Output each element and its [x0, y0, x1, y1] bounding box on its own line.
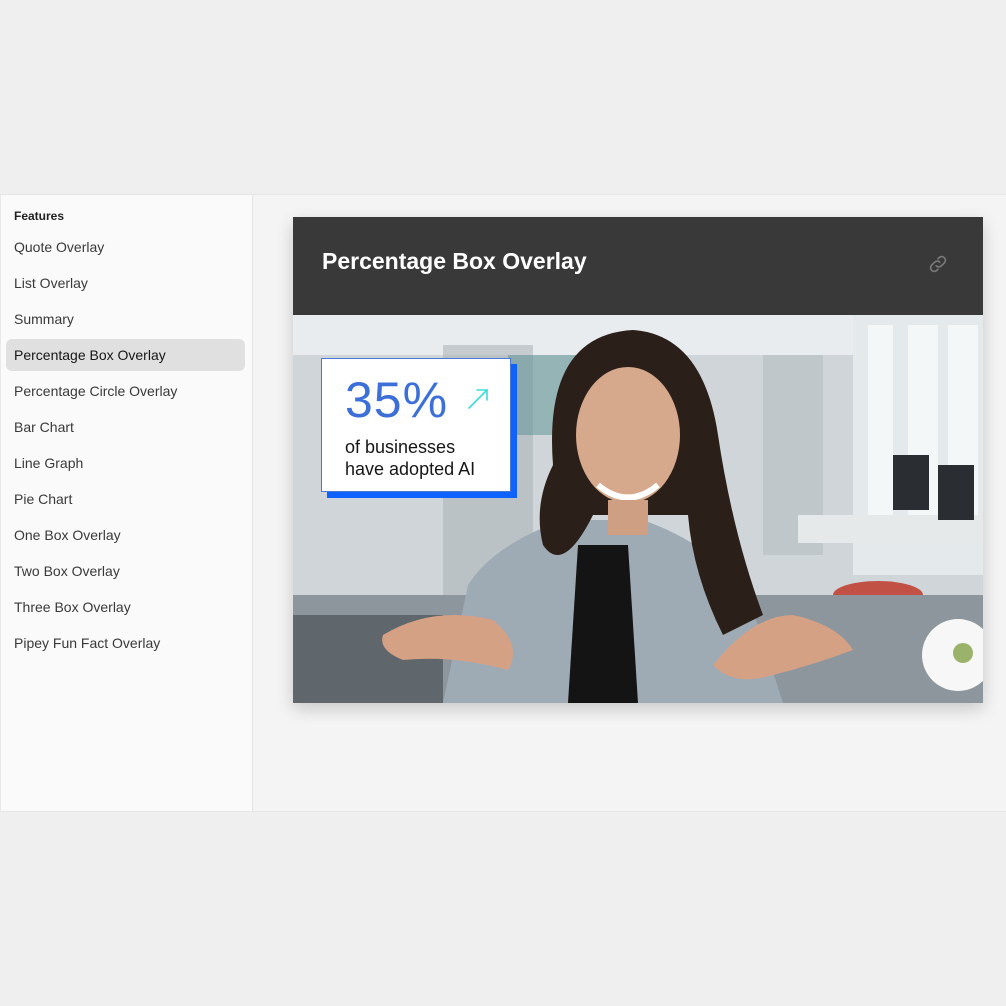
sidebar-item-one-box-overlay[interactable]: One Box Overlay — [6, 519, 245, 551]
percentage-box-overlay: 35% of businesses have adopted AI — [321, 358, 511, 492]
caption-line-1: of businesses — [345, 437, 456, 457]
sidebar-item-percentage-circle-overlay[interactable]: Percentage Circle Overlay — [6, 375, 245, 407]
percentage-value: 35% — [345, 372, 449, 428]
sidebar-item-pie-chart[interactable]: Pie Chart — [6, 483, 245, 515]
sidebar-item-three-box-overlay[interactable]: Three Box Overlay — [6, 591, 245, 623]
card-title: Percentage Box Overlay — [322, 248, 587, 274]
sidebar-item-summary[interactable]: Summary — [6, 303, 245, 335]
sidebar-item-line-graph[interactable]: Line Graph — [6, 447, 245, 479]
sidebar-item-bar-chart[interactable]: Bar Chart — [6, 411, 245, 443]
sidebar-heading: Features — [14, 209, 65, 223]
sidebar-item-pipey-fun-fact-overlay[interactable]: Pipey Fun Fact Overlay — [6, 627, 245, 659]
sidebar-item-two-box-overlay[interactable]: Two Box Overlay — [6, 555, 245, 587]
caption-line-2: have adopted AI — [345, 459, 476, 479]
arrow-up-right-icon — [466, 387, 490, 411]
preview-card: Percentage Box Overlay 35% of businesses… — [293, 217, 983, 703]
card-header: Percentage Box Overlay — [293, 217, 983, 315]
video-preview[interactable]: 35% of businesses have adopted AI — [293, 315, 983, 703]
link-icon[interactable] — [927, 253, 949, 275]
percentage-caption: of businesses have adopted AI — [345, 436, 510, 480]
app-frame: Features Quote Overlay List Overlay Summ… — [0, 194, 1006, 812]
sidebar-item-percentage-box-overlay[interactable]: Percentage Box Overlay — [6, 339, 245, 371]
sidebar-list: Quote Overlay List Overlay Summary Perce… — [6, 231, 245, 663]
sidebar-item-quote-overlay[interactable]: Quote Overlay — [6, 231, 245, 263]
sidebar: Features Quote Overlay List Overlay Summ… — [0, 195, 253, 811]
sidebar-item-list-overlay[interactable]: List Overlay — [6, 267, 245, 299]
